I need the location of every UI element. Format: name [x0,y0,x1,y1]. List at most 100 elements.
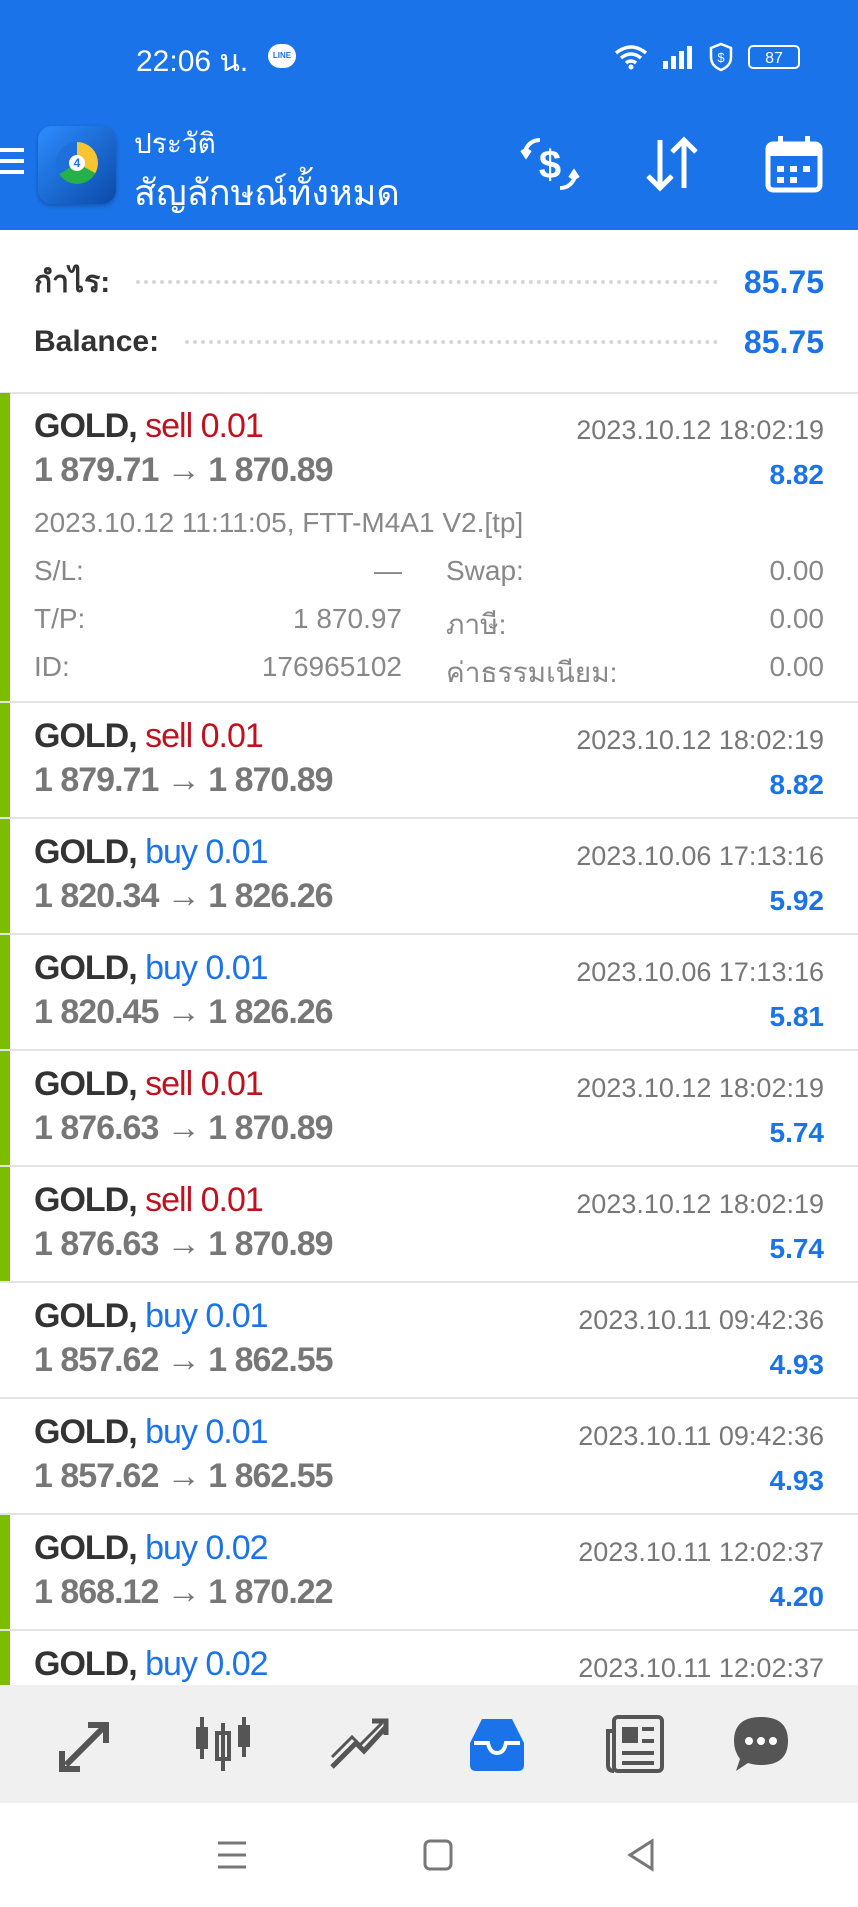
trade-profit: 4.93 [769,1465,825,1496]
balance-row: Balance: 85.75 [34,320,824,364]
trade-prices: 1 868.12 → 1 870.22 [34,1573,334,1611]
trade-prices: 1 876.63 → 1 870.89 [34,1225,334,1263]
tp-value: 1 870.97 [293,603,402,634]
trade-time: 2023.10.12 18:02:19 [576,1073,824,1103]
battery-icon: 87 [748,45,800,69]
sl-value: — [374,555,402,586]
trade-row[interactable]: GOLD, buy 0.01 1 857.62 → 1 862.55 2023.… [0,1283,858,1399]
status-time: 22:06 น. [136,45,249,78]
quotes-icon[interactable] [56,1713,118,1775]
app-header: 22:06 น. LINE $ 87 4 ประวัติ สัญลักษณ์ทั… [0,0,858,230]
trade-type: buy 0.01 [145,1413,268,1451]
trade-time: 2023.10.11 09:42:36 [578,1421,824,1451]
trade-symbol: GOLD, buy 0.02 [34,1645,269,1683]
trade-symbol: GOLD, buy 0.01 [34,1297,269,1335]
chat-icon[interactable] [730,1713,792,1775]
sort-icon[interactable] [640,132,704,196]
sl-label: S/L: [34,555,84,586]
trade-type: sell 0.01 [145,1181,264,1219]
system-navigation-bar [0,1803,858,1907]
trade-row[interactable]: GOLD, sell 0.01 1 876.63 → 1 870.89 2023… [0,1167,858,1283]
trade-symbol: GOLD, sell 0.01 [34,1181,264,1219]
home-icon[interactable] [418,1837,458,1873]
trade-icon[interactable] [328,1713,390,1775]
trade-profit: 4.93 [769,1349,825,1380]
mt4-logo: 4 [38,126,116,204]
news-icon[interactable] [604,1713,666,1775]
back-icon[interactable] [622,1837,662,1873]
trade-profit: 5.74 [769,1117,825,1148]
svg-text:$: $ [539,143,561,187]
trade-symbol: GOLD, sell 0.01 [34,717,264,755]
balance-label: Balance: [34,325,160,358]
trade-symbol: GOLD, sell 0.01 [34,407,264,445]
line-icon: LINE [268,44,296,68]
currency-exchange-icon[interactable]: $ [518,132,582,196]
recents-icon[interactable] [212,1837,252,1873]
trade-time: 2023.10.11 12:02:37 [578,1537,824,1567]
balance-value: 85.75 [743,323,824,360]
trade-symbol: GOLD, sell 0.01 [34,1065,264,1103]
trade-profit: 8.82 [769,459,825,490]
trade-row[interactable]: GOLD, buy 0.01 1 857.62 → 1 862.55 2023.… [0,1399,858,1515]
trade-time: 2023.10.06 17:13:16 [576,957,824,987]
calendar-icon[interactable] [762,132,826,196]
signal-icon [663,46,692,69]
trade-row-expanded[interactable]: GOLD, sell 0.01 1 879.71 → 1 870.89 2023… [0,393,858,703]
status-bar: 22:06 น. LINE $ 87 [0,0,858,110]
trade-type: sell 0.01 [145,717,264,755]
trade-symbol: GOLD, buy 0.01 [34,833,269,871]
trade-type: buy 0.01 [145,1297,268,1335]
trade-symbol: GOLD, buy 0.01 [34,949,269,987]
toolbar-subtitle[interactable]: สัญลักษณ์ทั้งหมด [134,164,400,221]
trade-type: buy 0.01 [145,949,268,987]
trade-time: 2023.10.06 17:13:16 [576,841,824,871]
trade-row[interactable]: GOLD, buy 0.01 1 820.34 → 1 826.26 2023.… [0,819,858,935]
trade-prices: 1 857.62 → 1 862.55 [34,1457,334,1495]
status-icons: $ 87 [614,42,800,72]
trade-type: buy 0.01 [145,833,268,871]
profit-row: กำไร: 85.75 [34,260,824,304]
trade-prices: 1 820.45 → 1 826.26 [34,993,334,1031]
chart-icon[interactable] [192,1713,254,1775]
bottom-navigation [0,1685,858,1803]
trade-symbol: GOLD, buy 0.01 [34,1413,269,1451]
swap-label: Swap: [446,555,524,586]
trade-prices: 1 876.63 → 1 870.89 [34,1109,334,1147]
trade-profit: 5.81 [769,1001,825,1032]
trade-row[interactable]: GOLD, buy 0.01 1 820.45 → 1 826.26 2023.… [0,935,858,1051]
trade-profit: 5.74 [769,1233,825,1264]
trade-time: 2023.10.12 18:02:19 [576,415,824,445]
commission-value: 0.00 [769,651,825,682]
trade-row[interactable]: GOLD, buy 0.02 2023.10.11 12:02:37 [0,1631,858,1685]
trade-row[interactable]: GOLD, buy 0.02 1 868.12 → 1 870.22 2023.… [0,1515,858,1631]
id-label: ID: [34,651,70,682]
id-value: 176965102 [261,651,402,682]
trade-type: buy 0.02 [145,1529,268,1567]
vpn-shield-icon: $ [709,42,733,72]
tax-label: ภาษี: [446,609,507,640]
trade-type: sell 0.01 [145,1065,264,1103]
profit-value: 85.75 [743,263,824,300]
trade-time: 2023.10.11 12:02:37 [578,1653,824,1683]
trade-prices: 1 820.34 → 1 826.26 [34,877,334,915]
trade-history-list[interactable]: GOLD, sell 0.01 1 879.71 → 1 870.89 2023… [0,393,858,1685]
trade-row[interactable]: GOLD, sell 0.01 1 876.63 → 1 870.89 2023… [0,1051,858,1167]
menu-icon[interactable] [0,148,24,178]
toolbar: 4 ประวัติ สัญลักษณ์ทั้งหมด $ [0,110,858,230]
toolbar-title: ประวัติ [134,128,216,159]
dotted-leader [136,280,718,284]
trade-type: buy 0.02 [145,1645,268,1683]
trade-row[interactable]: GOLD, sell 0.01 1 879.71 → 1 870.89 2023… [0,703,858,819]
trade-prices: 1 879.71 → 1 870.89 [34,451,334,489]
dotted-leader [185,340,718,344]
trade-prices: 1 857.62 → 1 862.55 [34,1341,334,1379]
profit-label: กำไร: [34,265,111,299]
history-icon[interactable] [466,1713,528,1775]
trade-profit: 5.92 [769,885,825,916]
tax-value: 0.00 [769,603,825,634]
trade-time: 2023.10.12 18:02:19 [576,725,824,755]
trade-profit: 8.82 [769,769,825,800]
trade-time: 2023.10.12 18:02:19 [576,1189,824,1219]
trade-open-info: 2023.10.12 11:11:05, FTT-M4A1 V2.[tp] [34,507,524,538]
